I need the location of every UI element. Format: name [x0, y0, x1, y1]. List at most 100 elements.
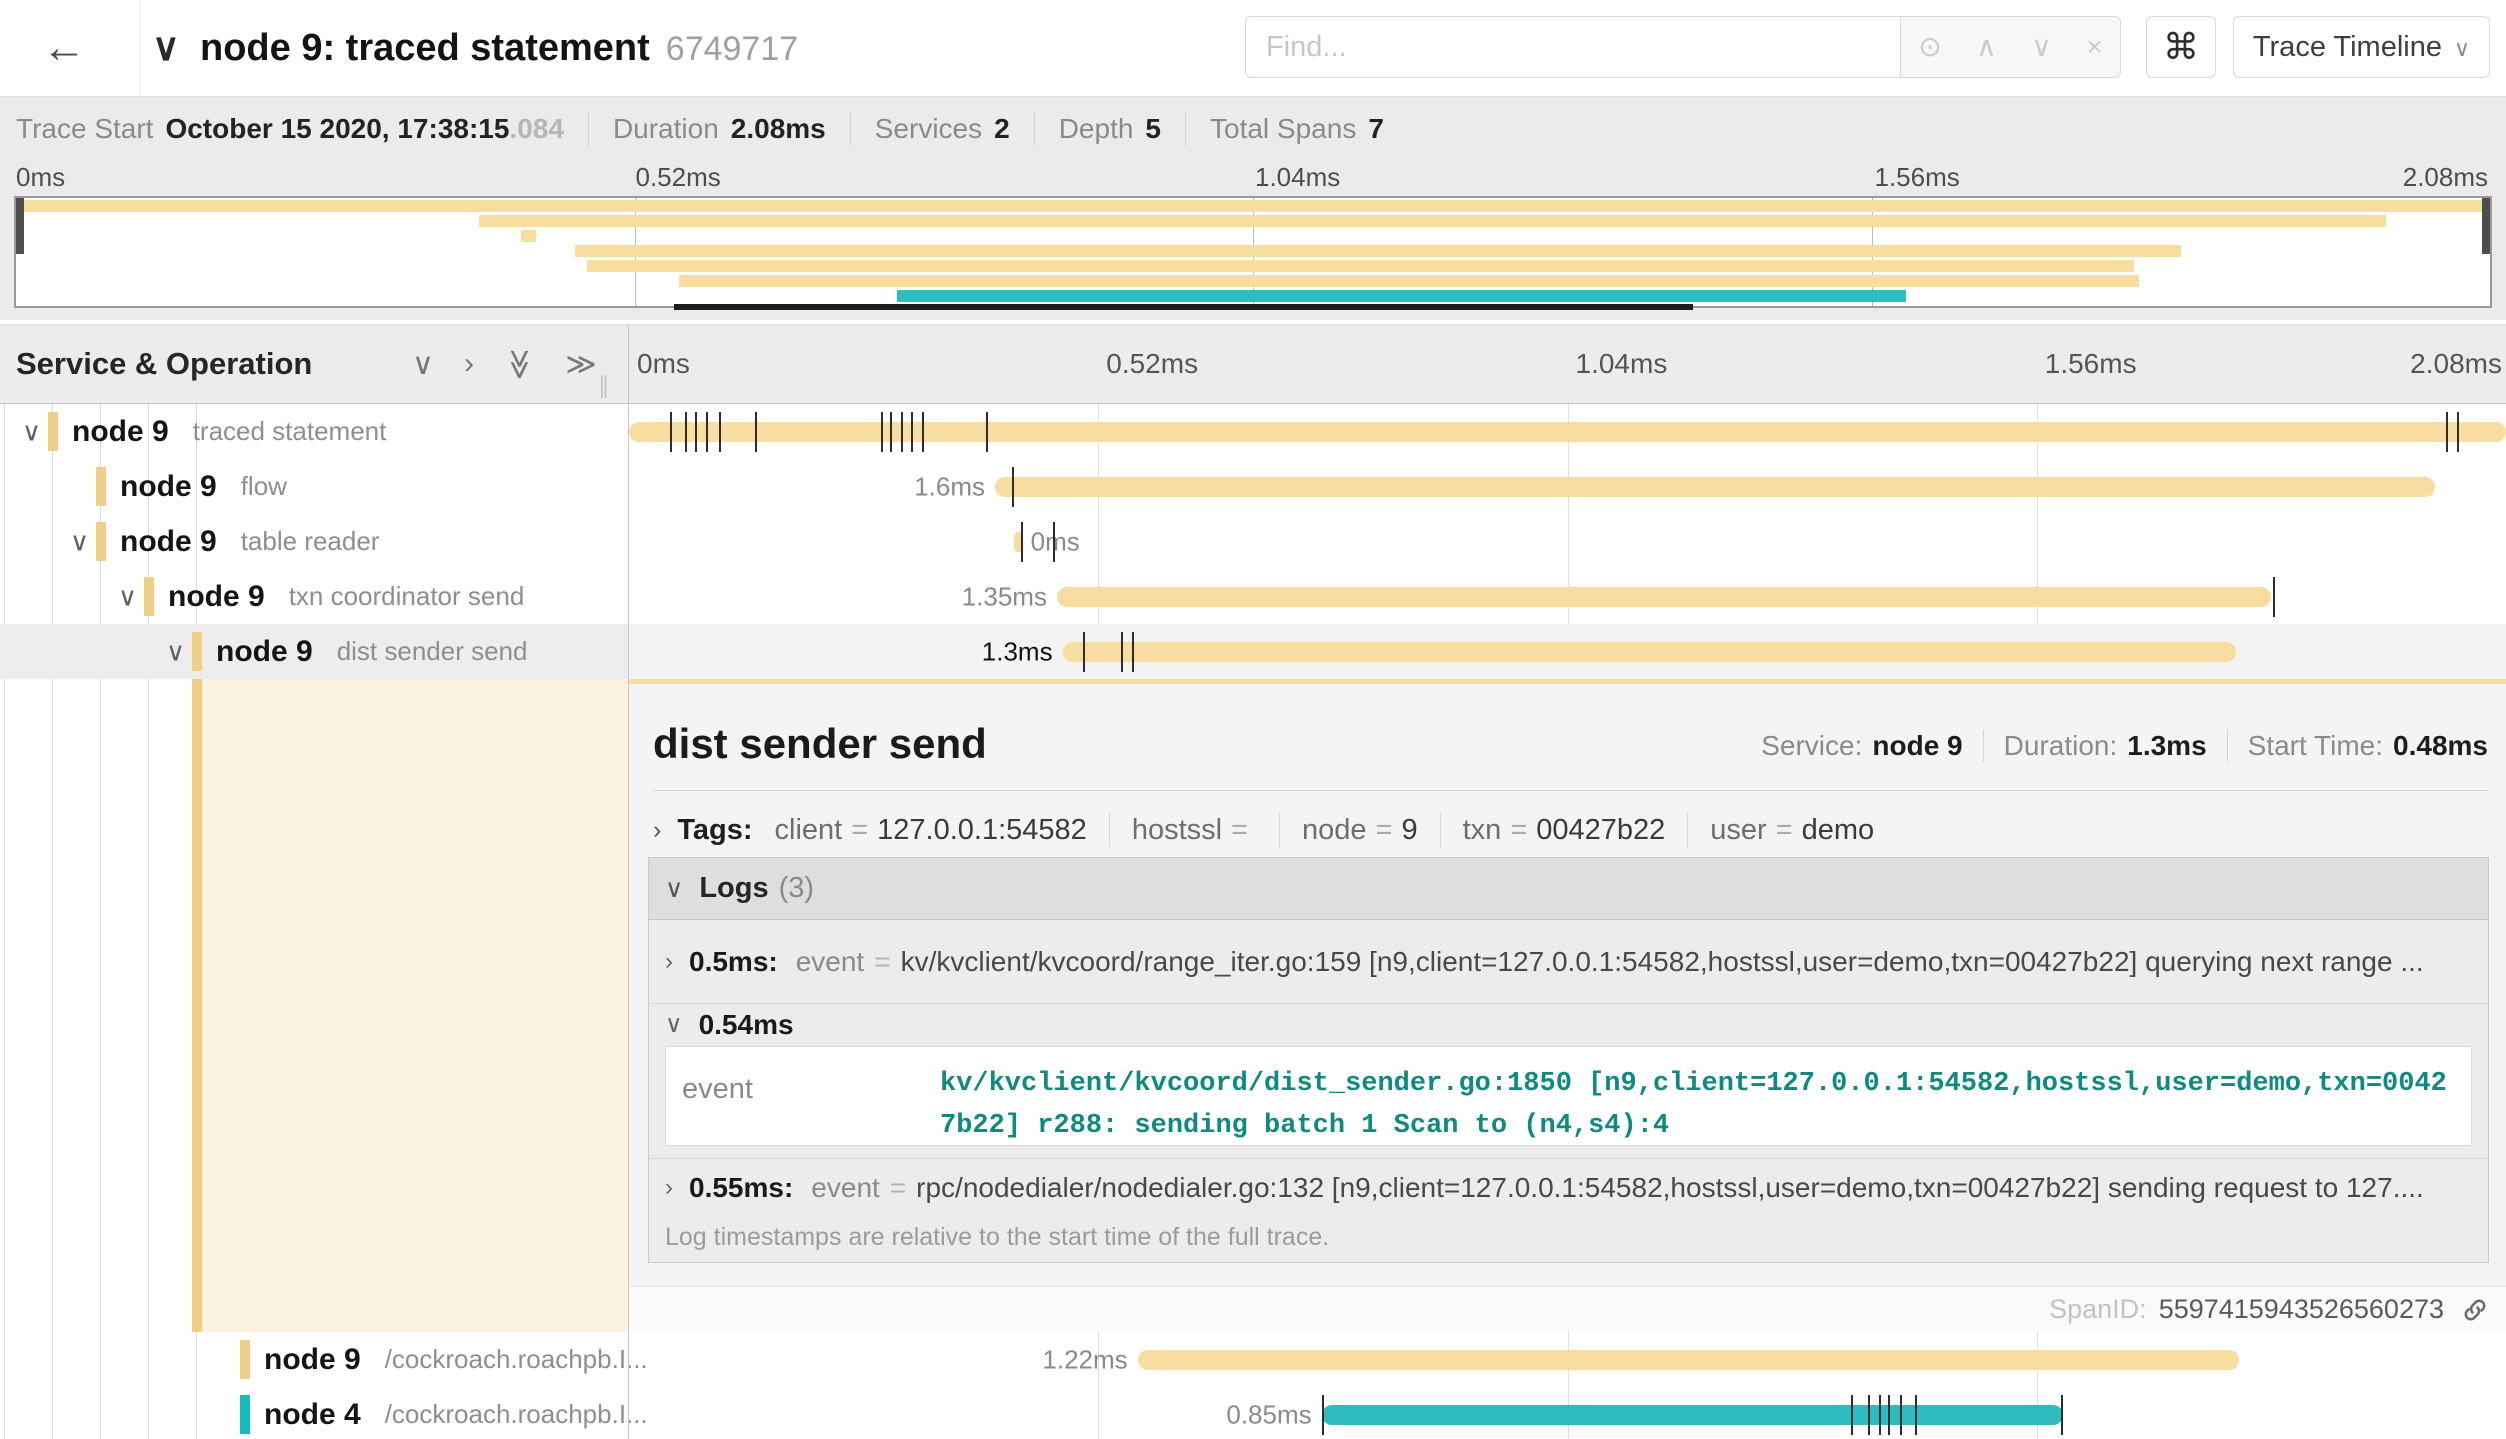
minimap-span-bar	[897, 290, 1906, 302]
summary-value: 5	[1145, 113, 1161, 145]
collapse-controls: ∨ › ≫ ≫	[412, 325, 597, 403]
view-selector-button[interactable]: Trace Timeline∨	[2233, 16, 2490, 78]
span-row[interactable]: node 4/cockroach.roachpb.I...0.85ms	[0, 1387, 2506, 1439]
row-collapse-icon[interactable]: ∨	[118, 581, 137, 612]
span-row[interactable]: ∨ node 9table reader 0ms	[0, 514, 2506, 569]
span-bar[interactable]	[1322, 1405, 2063, 1425]
span-row[interactable]: node 9/cockroach.roachpb.I...1.22ms	[0, 1332, 2506, 1387]
log-marker-tick	[2457, 412, 2459, 452]
detail-left-band	[0, 679, 628, 1332]
summary-value: 2.08ms	[731, 113, 826, 145]
minimap-scrub-bar[interactable]	[674, 304, 1693, 310]
chevron-right-icon: ›	[653, 816, 661, 845]
divider	[1185, 112, 1186, 146]
span-service-name: node 9	[168, 580, 265, 614]
span-row-text: node 9dist sender send	[216, 624, 527, 679]
span-color-accent	[48, 412, 58, 451]
log-marker-tick	[706, 412, 708, 452]
time-tick-label: 1.56ms	[1875, 162, 1960, 193]
log-marker-tick	[719, 412, 721, 452]
span-row-timeline: 0ms	[629, 514, 2506, 569]
log-marker-tick	[755, 412, 757, 452]
log-marker-tick	[1121, 632, 1123, 672]
span-bar[interactable]	[995, 477, 2435, 497]
minimap-scrubber-handle[interactable]	[16, 198, 24, 254]
locate-icon[interactable]: ⊙	[1918, 33, 1941, 61]
span-color-accent	[96, 467, 106, 506]
collapse-all-icon[interactable]: ∨	[412, 347, 434, 382]
row-collapse-icon[interactable]: ∨	[22, 416, 41, 447]
panel-divider[interactable]	[628, 324, 629, 1439]
chevron-right-icon: ›	[665, 1174, 673, 1202]
log-marker-tick	[911, 412, 913, 452]
log-marker-tick	[2446, 412, 2448, 452]
minimap-span-bar	[679, 275, 2139, 287]
find-input[interactable]	[1245, 16, 1901, 78]
span-bar[interactable]	[1057, 587, 2271, 607]
start-time-label: Start Time:	[2248, 730, 2383, 762]
start-time-value: 0.48ms	[2393, 730, 2488, 762]
span-row[interactable]: ∨ node 9traced statement	[0, 404, 2506, 459]
divider	[850, 112, 851, 146]
minimap-scrubber-handle[interactable]	[2482, 198, 2490, 254]
trace-summary-bar: Trace StartOctober 15 2020, 17:38:15.084…	[0, 97, 2506, 160]
expand-one-icon[interactable]: ›	[464, 347, 474, 381]
logs-footer-note: Log timestamps are relative to the start…	[665, 1223, 1329, 1252]
log-marker-tick	[881, 412, 883, 452]
log-marker-tick	[695, 412, 697, 452]
equals-sign: =	[890, 1172, 906, 1204]
logs-header[interactable]: ∨ Logs (3)	[649, 858, 2488, 920]
back-button[interactable]: ←	[14, 0, 114, 96]
minimap-canvas[interactable]	[14, 196, 2492, 308]
equals-sign: =	[874, 946, 890, 978]
span-row-text: node 9table reader	[120, 514, 379, 569]
row-collapse-icon[interactable]: ∨	[70, 526, 89, 557]
logs-accordion: ∨ Logs (3) › 0.5ms: event = kv/kvclient/…	[648, 857, 2489, 1263]
log-marker-tick	[1322, 1395, 1324, 1435]
span-service-name: node 9	[264, 1343, 361, 1377]
summary-value: 7	[1368, 113, 1384, 145]
column-resize-handle[interactable]: ∥	[598, 372, 612, 399]
summary-value: 2	[994, 113, 1010, 145]
span-detail-meta: Service:node 9 Duration:1.3ms Start Time…	[1761, 730, 2488, 762]
log-field-value: rpc/nodedialer/nodedialer.go:132 [n9,cli…	[916, 1172, 2424, 1204]
span-bar[interactable]	[1063, 642, 2236, 662]
span-service-name: node 9	[120, 470, 217, 504]
divider	[653, 790, 2488, 791]
span-row-left: ∨ node 9traced statement	[0, 404, 628, 459]
trace-collapse-icon[interactable]: ∨	[152, 0, 180, 96]
log-entry[interactable]: › 0.55ms: event = rpc/nodedialer/nodedia…	[665, 1158, 2472, 1218]
span-operation-name: table reader	[241, 526, 380, 557]
span-bar[interactable]	[1138, 1350, 2240, 1370]
span-operation-name: /cockroach.roachpb.I...	[385, 1344, 648, 1375]
span-row-timeline: 1.22ms	[629, 1332, 2506, 1387]
span-row[interactable]: ∨node 9txn coordinator send1.35ms	[0, 569, 2506, 624]
service-value: node 9	[1872, 730, 1962, 762]
span-rows-bottom: node 9/cockroach.roachpb.I...1.22msnode …	[0, 1332, 2506, 1439]
log-marker-tick	[1868, 1395, 1870, 1435]
span-row-left: ∨ node 9table reader	[0, 514, 628, 569]
span-row[interactable]: ∨node 9dist sender send1.3ms	[0, 624, 2506, 679]
log-marker-tick	[1053, 522, 1055, 562]
span-duration-label: 0ms	[1031, 526, 1080, 557]
tag-item: user=demo	[1710, 814, 1874, 847]
span-row-text: node 9traced statement	[72, 404, 386, 459]
collapse-deep-icon[interactable]: ≫	[502, 348, 537, 379]
row-collapse-icon[interactable]: ∨	[166, 636, 185, 667]
keyboard-shortcuts-button[interactable]: ⌘	[2146, 16, 2216, 78]
log-entry[interactable]: › 0.5ms: event = kv/kvclient/kvcoord/ran…	[665, 920, 2472, 1003]
chevron-down-icon: ∨	[665, 874, 683, 904]
expand-all-icon[interactable]: ≫	[565, 347, 596, 382]
find-prev-icon[interactable]: ∧	[1976, 33, 1997, 61]
span-id-bar: SpanID: 5597415943526560273	[629, 1286, 2506, 1332]
tags-row[interactable]: › Tags: client=127.0.0.1:54582hostssl=no…	[653, 806, 1874, 854]
copy-link-icon[interactable]	[2460, 1295, 2490, 1325]
span-id-value: 5597415943526560273	[2159, 1294, 2444, 1325]
span-row[interactable]: node 9flow1.6ms	[0, 459, 2506, 514]
find-clear-icon[interactable]: ×	[2086, 33, 2102, 61]
tag-item: txn=00427b22	[1463, 814, 1666, 847]
find-next-icon[interactable]: ∨	[2031, 33, 2052, 61]
log-entry-expanded-header[interactable]: ∨ 0.54ms	[665, 1003, 2472, 1046]
divider	[1279, 813, 1280, 847]
span-rows-top: ∨ node 9traced statementnode 9flow1.6ms ∨ n…	[0, 404, 2506, 679]
